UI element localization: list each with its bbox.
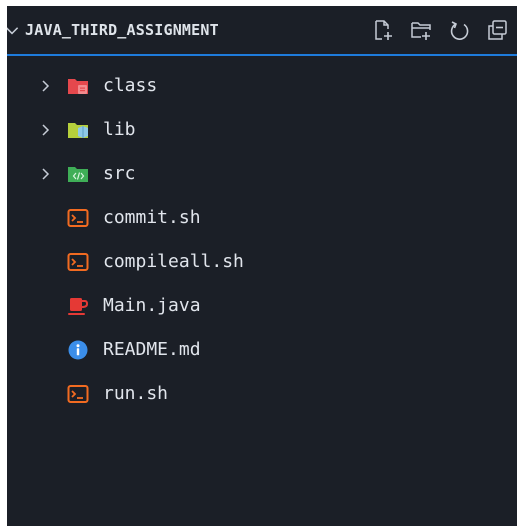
file-tree: class lib src commit.sh compileall.sh Ma… [7,64,517,416]
tree-item-label: commit.sh [103,207,201,228]
new-folder-button[interactable] [407,16,435,44]
new-file-button[interactable] [369,16,397,44]
chevron-right-icon[interactable] [37,78,53,94]
tree-item-label: lib [103,119,136,140]
tree-file-commit-sh[interactable]: commit.sh [7,196,517,240]
folder-src-icon [68,167,88,182]
tree-folder-lib[interactable]: lib [7,108,517,152]
tree-file-main-java[interactable]: Main.java [7,284,517,328]
tree-item-label: src [103,163,136,184]
tree-file-compileall-sh[interactable]: compileall.sh [7,240,517,284]
refresh-icon [450,21,469,40]
shell-file-icon [67,385,89,403]
refresh-button[interactable] [445,16,473,44]
tree-file-run-sh[interactable]: run.sh [7,372,517,416]
explorer-panel: JAVA_THIRD_ASSIGNMENT class lib src comm… [7,6,517,526]
new-folder-icon [411,22,431,40]
folder-class-icon [68,79,88,94]
tree-item-label: class [103,75,158,96]
explorer-actions [369,6,511,54]
tree-item-label: run.sh [103,383,169,404]
info-file-icon [68,340,88,360]
tree-item-label: README.md [103,339,201,360]
chevron-right-icon[interactable] [37,122,53,138]
tree-folder-class[interactable]: class [7,64,517,108]
new-file-icon [375,20,392,40]
tree-folder-src[interactable]: src [7,152,517,196]
explorer-folder-header[interactable]: JAVA_THIRD_ASSIGNMENT [7,6,517,56]
chevron-right-icon[interactable] [37,166,53,182]
folder-title: JAVA_THIRD_ASSIGNMENT [25,21,219,39]
java-file-icon [68,298,89,315]
collapse-all-icon [488,20,507,40]
tree-file-readme-md[interactable]: README.md [7,328,517,372]
chevron-down-icon[interactable] [7,21,21,39]
collapse-all-button[interactable] [483,16,511,44]
tree-item-label: Main.java [103,295,201,316]
tree-item-label: compileall.sh [103,251,244,272]
shell-file-icon [67,209,89,227]
folder-lib-icon [68,123,88,138]
shell-file-icon [67,253,89,271]
window-frame: JAVA_THIRD_ASSIGNMENT class lib src comm… [0,0,519,529]
